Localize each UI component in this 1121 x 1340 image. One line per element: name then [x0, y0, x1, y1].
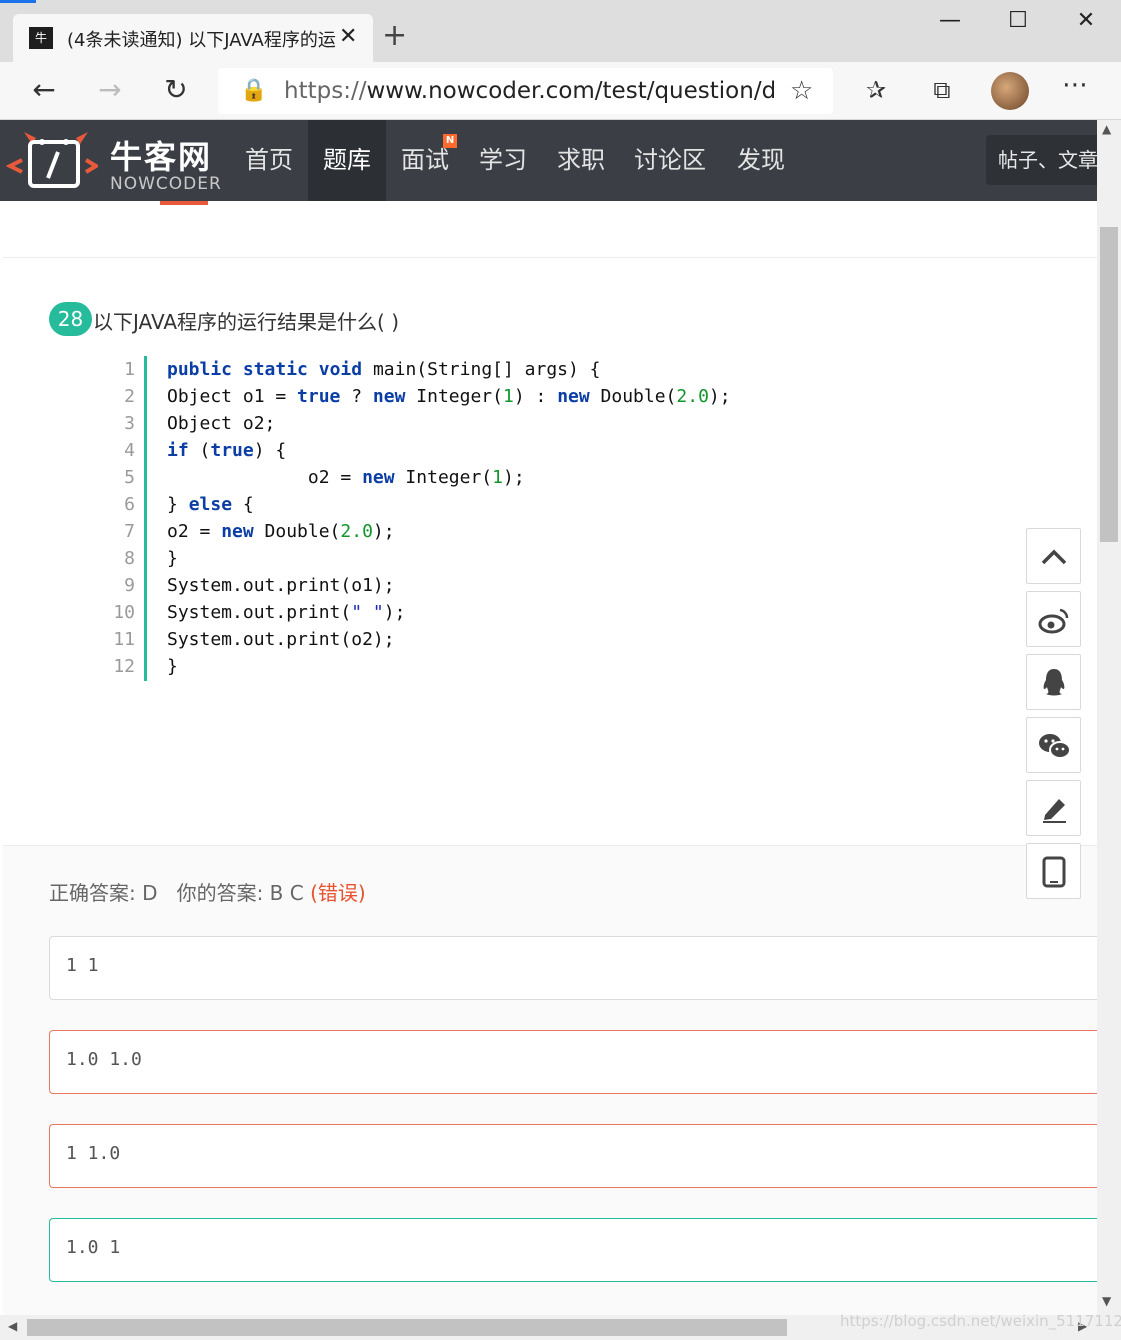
- answer-option-b[interactable]: 1.0 1.0: [49, 1030, 1097, 1094]
- code-line: 3 Object o2;: [124, 413, 276, 434]
- favorites-icon[interactable]: ✰: [858, 72, 894, 108]
- url-rest: www.nowcoder.com/test/question/d...: [366, 78, 774, 104]
- code-line: 9 System.out.print(o1);: [124, 575, 395, 596]
- collections-icon[interactable]: ⧉: [924, 72, 960, 108]
- more-icon[interactable]: ⋯: [1062, 70, 1088, 100]
- nav-new-badge: N: [443, 134, 457, 148]
- new-tab-button[interactable]: +: [382, 18, 407, 54]
- nowcoder-favicon-icon: 牛: [29, 27, 53, 49]
- lock-icon[interactable]: 🔒: [240, 78, 267, 103]
- pencil-icon[interactable]: [1026, 780, 1081, 836]
- wechat-icon[interactable]: [1026, 717, 1081, 773]
- tab-close-icon[interactable]: ✕: [339, 24, 357, 49]
- tab-accent: [0, 0, 36, 3]
- answer-option-c[interactable]: 1 1.0: [49, 1124, 1097, 1188]
- code-line: 1 public static void main(String[] args) …: [124, 359, 601, 380]
- star-add-icon[interactable]: ☆: [790, 76, 813, 106]
- arrow-right-icon[interactable]: →: [92, 72, 128, 108]
- window-close-icon[interactable]: ✕: [1071, 8, 1101, 33]
- answer-summary: 正确答案: D 你的答案: B C (错误): [49, 877, 366, 906]
- profile-avatar[interactable]: [991, 72, 1029, 110]
- nav-item-home[interactable]: 首页: [232, 120, 306, 201]
- vertical-scroll-thumb[interactable]: [1100, 227, 1118, 542]
- url-scheme: https://: [284, 78, 367, 104]
- option-text: 1.0 1.0: [66, 1049, 142, 1070]
- code-line: 5 o2 = new Integer(1);: [124, 467, 525, 488]
- horizontal-scroll-thumb[interactable]: [27, 1319, 787, 1336]
- browser-tab-bar: 牛 (4条未读通知) 以下JAVA程序的运 ✕ + — ☐ ✕: [0, 0, 1121, 62]
- nav-item-discuss[interactable]: 讨论区: [622, 120, 718, 201]
- question-title: 以下JAVA程序的运行结果是什么( ): [93, 310, 399, 334]
- mobile-icon[interactable]: [1026, 843, 1081, 899]
- scroll-up-icon[interactable]: ▲: [1102, 122, 1111, 136]
- site-navbar: 牛客网 NOWCODER 首页 题库 面试 N 学习 求职 讨论区 发现 帖子、…: [0, 120, 1097, 201]
- answer-option-a[interactable]: 1 1: [49, 936, 1097, 1000]
- arrow-left-icon[interactable]: ←: [26, 72, 62, 108]
- question-number-badge: 28: [49, 302, 92, 336]
- nav-item-jobs[interactable]: 求职: [544, 120, 618, 201]
- option-text: 1 1.0: [66, 1143, 121, 1164]
- code-line: 4 if (true) {: [124, 440, 287, 461]
- content-divider: [3, 257, 1097, 258]
- nav-active-underline: [160, 201, 208, 205]
- your-answer-label: 你的答案: B C: [176, 881, 304, 905]
- browser-tab[interactable]: 牛 (4条未读通知) 以下JAVA程序的运 ✕: [13, 14, 373, 62]
- address-toolbar: ← → ↻ 🔒 https://www.nowcoder.com/test/qu…: [0, 62, 1121, 120]
- nav-item-interview[interactable]: 面试: [388, 120, 462, 201]
- qq-icon[interactable]: [1026, 654, 1081, 710]
- nav-item-question-bank[interactable]: 题库: [308, 120, 386, 201]
- nowcoder-logo-icon[interactable]: [6, 130, 98, 192]
- code-line: 7 o2 = new Double(2.0);: [124, 521, 395, 542]
- scroll-down-icon[interactable]: ▼: [1102, 1294, 1111, 1308]
- nav-item-study[interactable]: 学习: [466, 120, 540, 201]
- chevron-up-icon[interactable]: [1026, 528, 1081, 584]
- answer-result-label: (错误): [310, 881, 366, 905]
- logo-text-en[interactable]: NOWCODER: [110, 174, 222, 194]
- scroll-left-icon[interactable]: ◀: [8, 1319, 17, 1333]
- option-text: 1 1: [66, 955, 99, 976]
- code-line: 2 Object o1 = true ? new Integer(1) : new…: [124, 386, 731, 407]
- code-line: 8}: [124, 548, 178, 569]
- url-text[interactable]: https://www.nowcoder.com/test/question/d…: [284, 78, 774, 104]
- option-text: 1.0 1: [66, 1237, 121, 1258]
- address-bar[interactable]: 🔒 https://www.nowcoder.com/test/question…: [218, 68, 833, 114]
- weibo-icon[interactable]: [1026, 591, 1081, 647]
- csdn-watermark: https://blog.csdn.net/weixin_51171129: [840, 1312, 1121, 1330]
- minimize-icon[interactable]: —: [935, 8, 965, 33]
- refresh-icon[interactable]: ↻: [158, 72, 194, 108]
- tab-title: (4条未读通知) 以下JAVA程序的运: [67, 30, 336, 51]
- code-line: 10 System.out.print(" ");: [113, 602, 406, 623]
- site-search-input[interactable]: 帖子、文章: [986, 135, 1097, 185]
- nav-item-discover[interactable]: 发现: [722, 120, 800, 201]
- vertical-scrollbar[interactable]: ▲ ▼: [1097, 120, 1121, 1315]
- correct-answer-label: 正确答案: D: [49, 881, 158, 905]
- code-line: 11 System.out.print(o2);: [113, 629, 395, 650]
- logo-text-cn[interactable]: 牛客网: [110, 132, 212, 178]
- maximize-icon[interactable]: ☐: [1003, 8, 1033, 33]
- code-line: 6} else {: [124, 494, 254, 515]
- code-line: 12}: [113, 656, 178, 677]
- answer-option-d[interactable]: 1.0 1: [49, 1218, 1097, 1282]
